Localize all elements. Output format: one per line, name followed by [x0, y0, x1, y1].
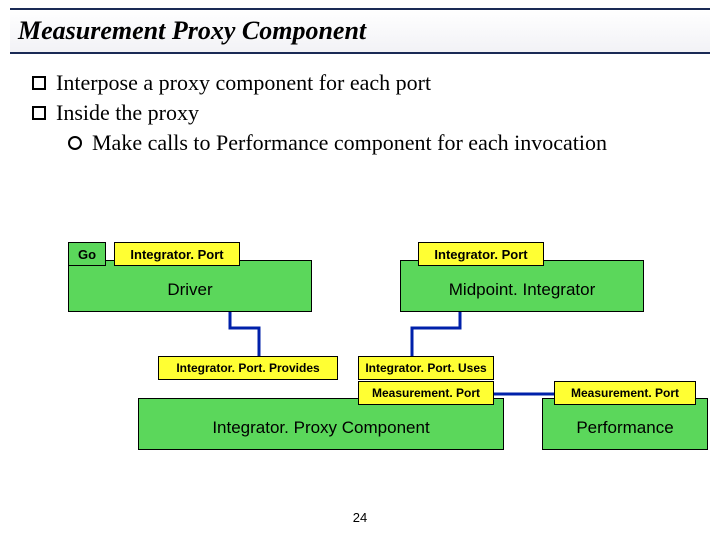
- measurement-port-box: Measurement. Port: [358, 381, 494, 405]
- integrator-port-box-2: Integrator. Port: [418, 242, 544, 266]
- page-number: 24: [0, 510, 720, 525]
- go-port-box: Go: [68, 242, 106, 266]
- uses-port-box: Integrator. Port. Uses: [358, 356, 494, 380]
- diagram-area: Go Integrator. Port Driver Integrator. P…: [0, 0, 720, 540]
- driver-label: Driver: [68, 280, 312, 300]
- integrator-port-box: Integrator. Port: [114, 242, 240, 266]
- midpoint-label: Midpoint. Integrator: [400, 280, 644, 300]
- performance-label: Performance: [542, 418, 708, 438]
- measurement-port-box-2: Measurement. Port: [554, 381, 696, 405]
- provides-port-box: Integrator. Port. Provides: [158, 356, 338, 380]
- proxy-label: Integrator. Proxy Component: [138, 418, 504, 438]
